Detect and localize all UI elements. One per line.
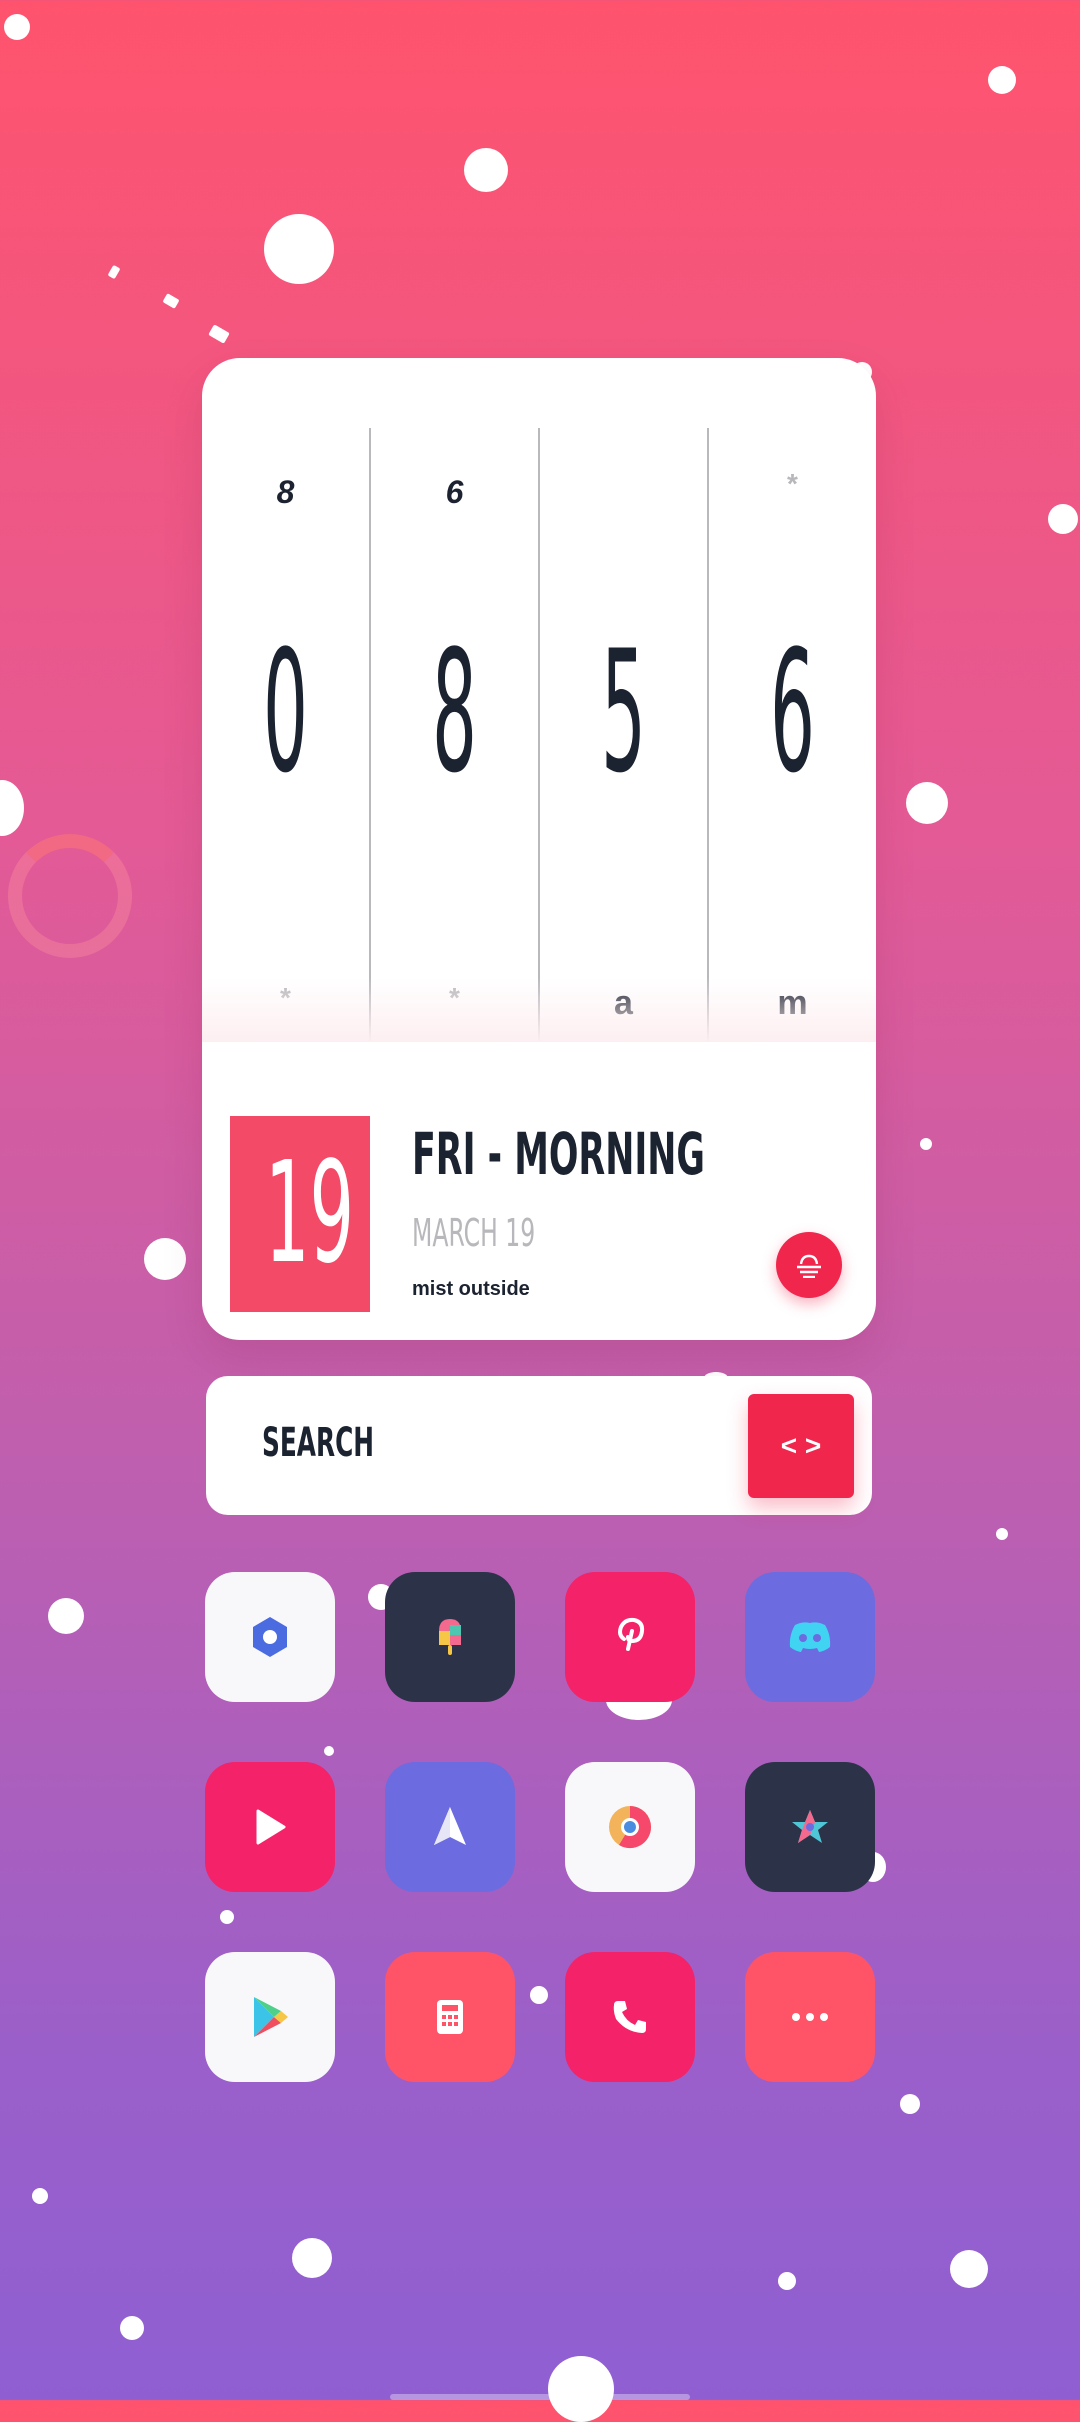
more-dots-icon [792, 2013, 828, 2021]
decorative-particle [464, 148, 508, 192]
column-top-glyph: 6 [445, 474, 464, 510]
app-send[interactable] [385, 1762, 515, 1892]
decorative-particle [162, 293, 180, 309]
decorative-particle [292, 2238, 332, 2278]
phone-icon [613, 2001, 646, 2033]
weather-button[interactable] [776, 1232, 842, 1298]
app-pinterest[interactable] [565, 1572, 695, 1702]
search-bar[interactable]: SEARCH < > [206, 1376, 872, 1515]
decorative-particle [530, 1986, 548, 2004]
month-line: MARCH 19 [412, 1211, 536, 1255]
decorative-particle [107, 264, 121, 280]
chrome-icon [609, 1806, 652, 1849]
decorative-particle [950, 2250, 988, 2288]
decorative-particle [0, 780, 24, 836]
decorative-particle [1048, 504, 1078, 534]
decorative-particle [548, 2356, 614, 2422]
pinterest-icon [618, 1617, 645, 1651]
clock-column-hour-tens: 8 0 * [202, 428, 369, 1042]
clock-column-minute-ones: * 6 m [707, 428, 876, 1042]
column-top-glyph: 8 [276, 474, 295, 510]
discord-icon [789, 1622, 831, 1652]
decorative-particle [906, 782, 948, 824]
calculator-icon [437, 2000, 463, 2034]
decorative-particle [264, 214, 334, 284]
decorative-particle [920, 1138, 932, 1150]
star-icon [792, 1810, 828, 1843]
code-brackets-icon: < > [780, 1430, 822, 1461]
day-title: FRI - MORNING [412, 1120, 705, 1188]
decorative-particle [32, 2188, 48, 2204]
mist-icon [797, 1254, 821, 1278]
clock-widget[interactable]: 8 0 * 6 8 * 5 a * 6 m 19 FRI - MORNING M… [202, 358, 876, 1340]
app-settings[interactable] [205, 1572, 335, 1702]
day-number: 19 [265, 1132, 355, 1295]
clock-columns: 8 0 * 6 8 * 5 a * 6 m [202, 428, 876, 1042]
decorative-particle [120, 2316, 144, 2340]
weather-text: mist outside [412, 1278, 530, 1300]
decorative-particle [324, 1746, 334, 1756]
clock-digit: 0 [263, 614, 308, 810]
decorative-ring [8, 834, 132, 958]
date-box: 19 [230, 1116, 370, 1312]
clock-digit: 5 [601, 614, 646, 810]
decorative-particle [208, 324, 230, 344]
clock-column-minute-tens: 5 a [538, 428, 707, 1042]
search-button[interactable]: < > [748, 1394, 854, 1498]
decorative-particle [778, 2272, 796, 2290]
app-chrome[interactable] [565, 1762, 695, 1892]
columns-fade [202, 978, 876, 1042]
app-calculator[interactable] [385, 1952, 515, 2082]
decorative-particle [48, 1598, 84, 1634]
clock-column-hour-ones: 6 8 * [369, 428, 538, 1042]
column-top-glyph: * [787, 468, 798, 499]
settings-gear-icon [253, 1617, 287, 1657]
clock-digit: 6 [770, 614, 815, 810]
app-phone[interactable] [565, 1952, 695, 2082]
decorative-particle [996, 1528, 1008, 1540]
paper-plane-icon [434, 1807, 466, 1845]
app-youtube[interactable] [205, 1762, 335, 1892]
decorative-particle [220, 1910, 234, 1924]
search-label: SEARCH [262, 1420, 375, 1466]
play-icon [256, 1809, 286, 1845]
decorative-particle [4, 14, 30, 40]
app-play-store[interactable] [205, 1952, 335, 2082]
clock-digit: 8 [432, 614, 477, 810]
play-store-icon [254, 1997, 288, 2037]
popsicle-icon [439, 1619, 461, 1655]
gesture-navigation-bar[interactable] [390, 2394, 690, 2400]
app-popsicle[interactable] [385, 1572, 515, 1702]
app-discord[interactable] [745, 1572, 875, 1702]
decorative-particle [988, 66, 1016, 94]
decorative-particle [144, 1238, 186, 1280]
app-starred[interactable] [745, 1762, 875, 1892]
app-more[interactable] [745, 1952, 875, 2082]
decorative-particle [900, 2094, 920, 2114]
